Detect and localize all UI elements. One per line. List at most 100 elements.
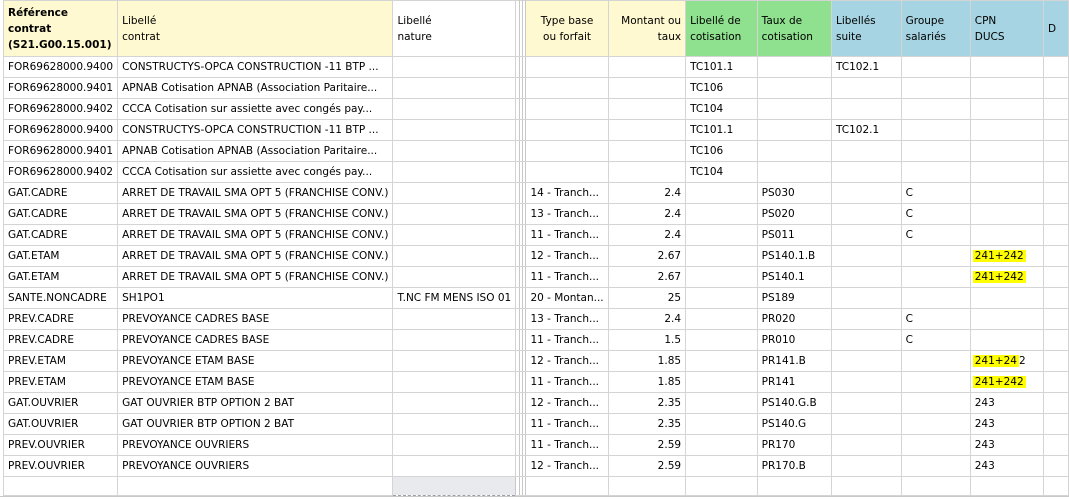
cell-taux-cotisation[interactable]: PS140.1 — [756, 266, 832, 288]
cell-libelle-nature[interactable] — [392, 266, 517, 288]
table-row[interactable]: PREV.OUVRIER PREVOYANCE OUVRIERS 11 - Tr… — [2, 434, 1069, 456]
cell-truncated[interactable] — [1043, 371, 1069, 393]
cell-type-base[interactable]: 11 - Tranch... — [525, 329, 609, 351]
cell-cpn-ducs[interactable]: 241+242 — [969, 245, 1045, 267]
table-row[interactable]: FOR69628000.9400 CONSTRUCTYS-OPCA CONSTR… — [2, 119, 1069, 141]
cell-montant[interactable]: 2.67 — [607, 266, 687, 288]
cell-libelles-suite[interactable]: TC102.1 — [830, 56, 902, 78]
horizontal-scrollbar-edge[interactable] — [0, 496, 1069, 497]
cell-libelle-cotisation[interactable] — [685, 224, 758, 246]
cell-libelles-suite[interactable] — [830, 77, 902, 99]
cell-libelle-contrat[interactable]: PREVOYANCE ETAM BASE — [117, 350, 394, 372]
cell-libelles-suite[interactable] — [830, 182, 902, 204]
cell-montant[interactable] — [607, 119, 687, 141]
table-row[interactable]: GAT.OUVRIER GAT OUVRIER BTP OPTION 2 BAT… — [2, 413, 1069, 435]
cell-libelle-cotisation[interactable] — [685, 455, 758, 477]
cell-truncated[interactable] — [1043, 329, 1069, 351]
cell-reference[interactable]: FOR69628000.9402 — [2, 161, 119, 183]
cell-type-base[interactable] — [525, 119, 609, 141]
cell-taux-cotisation[interactable]: PR170.B — [756, 455, 832, 477]
cell-montant[interactable] — [607, 161, 687, 183]
cell-taux-cotisation[interactable]: PS020 — [756, 203, 832, 225]
cell-libelle-nature[interactable] — [392, 392, 517, 414]
cell-libelle-cotisation[interactable]: TC101.1 — [685, 119, 758, 141]
cell-taux-cotisation[interactable]: PR141.B — [756, 350, 832, 372]
cell-libelle-contrat[interactable]: APNAB Cotisation APNAB (Association Pari… — [117, 140, 394, 162]
cell-type-base[interactable] — [525, 56, 609, 78]
table-row[interactable]: PREV.ETAM PREVOYANCE ETAM BASE 12 - Tran… — [2, 350, 1069, 372]
cell-cpn-ducs[interactable] — [969, 287, 1045, 309]
col-header-montant[interactable]: Montant ou taux — [607, 0, 687, 57]
cell-montant[interactable]: 1.85 — [607, 350, 687, 372]
cell-cpn-ducs[interactable] — [969, 476, 1045, 496]
cell-libelle-contrat[interactable]: PREVOYANCE ETAM BASE — [117, 371, 394, 393]
cell-truncated[interactable] — [1043, 245, 1069, 267]
cell-montant[interactable]: 25 — [607, 287, 687, 309]
cell-type-base[interactable]: 12 - Tranch... — [525, 245, 609, 267]
cell-truncated[interactable] — [1043, 434, 1069, 456]
cell-groupe-salaries[interactable] — [900, 98, 971, 120]
cell-truncated[interactable] — [1043, 455, 1069, 477]
cell-reference[interactable]: PREV.ETAM — [2, 371, 119, 393]
cell-reference[interactable]: PREV.ETAM — [2, 350, 119, 372]
col-header-libelle-cotisation[interactable]: Libellé de cotisation — [685, 0, 758, 57]
cell-cpn-ducs[interactable] — [969, 203, 1045, 225]
cell-montant[interactable]: 1.85 — [607, 371, 687, 393]
table-row[interactable]: GAT.ETAM ARRET DE TRAVAIL SMA OPT 5 (FRA… — [2, 245, 1069, 267]
cell-truncated[interactable] — [1043, 161, 1069, 183]
cell-taux-cotisation[interactable] — [756, 476, 832, 496]
cell-montant[interactable] — [607, 56, 687, 78]
cell-libelles-suite[interactable] — [830, 392, 902, 414]
table-row[interactable]: PREV.ETAM PREVOYANCE ETAM BASE 11 - Tran… — [2, 371, 1069, 393]
cell-truncated[interactable] — [1043, 308, 1069, 330]
cell-montant[interactable]: 2.59 — [607, 455, 687, 477]
cell-type-base[interactable]: 20 - Montan... — [525, 287, 609, 309]
cell-taux-cotisation[interactable]: PR010 — [756, 329, 832, 351]
cell-libelles-suite[interactable] — [830, 455, 902, 477]
cell-libelle-cotisation[interactable]: TC106 — [685, 77, 758, 99]
cell-libelle-contrat[interactable]: GAT OUVRIER BTP OPTION 2 BAT — [117, 392, 394, 414]
table-row[interactable]: GAT.CADRE ARRET DE TRAVAIL SMA OPT 5 (FR… — [2, 182, 1069, 204]
cell-libelle-contrat[interactable]: CCCA Cotisation sur assiette avec congés… — [117, 161, 394, 183]
cell-libelle-nature[interactable] — [392, 98, 517, 120]
cell-taux-cotisation[interactable]: PS140.G — [756, 413, 832, 435]
cell-reference[interactable]: PREV.CADRE — [2, 308, 119, 330]
table-row[interactable]: SANTE.NONCADRE SH1PO1 T.NC FM MENS ISO 0… — [2, 287, 1069, 309]
cell-truncated[interactable] — [1043, 56, 1069, 78]
cell-libelle-nature[interactable] — [392, 245, 517, 267]
cell-reference[interactable]: GAT.ETAM — [2, 245, 119, 267]
cell-groupe-salaries[interactable] — [900, 392, 971, 414]
cell-libelle-cotisation[interactable] — [685, 413, 758, 435]
cell-cpn-ducs[interactable] — [969, 308, 1045, 330]
cell-libelles-suite[interactable] — [830, 329, 902, 351]
cell-type-base[interactable]: 14 - Tranch... — [525, 182, 609, 204]
cell-libelle-contrat[interactable]: PREVOYANCE CADRES BASE — [117, 308, 394, 330]
cell-cpn-ducs[interactable] — [969, 182, 1045, 204]
cell-reference[interactable]: GAT.CADRE — [2, 203, 119, 225]
cell-cpn-ducs[interactable] — [969, 77, 1045, 99]
cell-truncated[interactable] — [1043, 140, 1069, 162]
cell-libelle-nature-selected[interactable] — [392, 476, 517, 496]
cell-libelle-contrat[interactable]: ARRET DE TRAVAIL SMA OPT 5 (FRANCHISE CO… — [117, 203, 394, 225]
cell-libelle-contrat[interactable]: APNAB Cotisation APNAB (Association Pari… — [117, 77, 394, 99]
cell-montant[interactable]: 2.4 — [607, 203, 687, 225]
cell-groupe-salaries[interactable] — [900, 455, 971, 477]
cell-cpn-ducs[interactable] — [969, 140, 1045, 162]
cell-type-base[interactable]: 11 - Tranch... — [525, 371, 609, 393]
cell-cpn-ducs[interactable]: 241+242 — [969, 266, 1045, 288]
col-header-libelle-nature[interactable]: Libellé nature — [392, 0, 517, 57]
cell-cpn-ducs[interactable] — [969, 98, 1045, 120]
cell-cpn-ducs[interactable]: 243 — [969, 392, 1045, 414]
cell-groupe-salaries[interactable] — [900, 119, 971, 141]
cell-libelles-suite[interactable] — [830, 266, 902, 288]
cell-truncated[interactable] — [1043, 119, 1069, 141]
cell-cpn-ducs[interactable]: 241+242 — [969, 350, 1045, 372]
cell-libelle-cotisation[interactable] — [685, 392, 758, 414]
cell-groupe-salaries[interactable] — [900, 161, 971, 183]
cell-cpn-ducs[interactable]: 243 — [969, 413, 1045, 435]
cell-type-base[interactable] — [525, 476, 609, 496]
cell-reference[interactable]: GAT.OUVRIER — [2, 392, 119, 414]
cell-cpn-ducs[interactable] — [969, 161, 1045, 183]
cell-truncated[interactable] — [1043, 224, 1069, 246]
cell-groupe-salaries[interactable] — [900, 266, 971, 288]
